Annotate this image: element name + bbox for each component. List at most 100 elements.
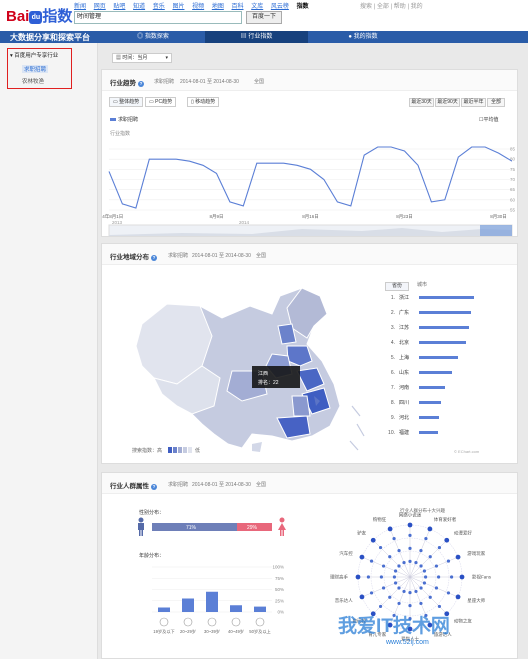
nav-link[interactable]: 百科: [232, 4, 244, 10]
nav-link[interactable]: 文库: [251, 4, 263, 10]
baidu-logo[interactable]: Bai du 指数: [6, 5, 72, 26]
rank-row[interactable]: 3. 江苏: [383, 324, 469, 334]
radar-dot: [408, 533, 412, 537]
age-bar: [158, 607, 170, 612]
rank-row[interactable]: 1. 浙江: [383, 294, 474, 304]
trend-panel-header: 行业趋势? 求职招聘 2014-08-01 至 2014-08-30 全国: [102, 70, 517, 91]
rank-row[interactable]: 6. 山东: [383, 369, 452, 379]
range-30-days-button[interactable]: 最近30天: [409, 98, 434, 107]
tab-city[interactable]: 城市: [410, 282, 434, 291]
search-input[interactable]: 时间管理: [74, 11, 242, 24]
legend-cell: [173, 447, 177, 453]
nav-link[interactable]: 网页: [94, 4, 106, 10]
face-icon: [183, 617, 193, 627]
legend-cell: [188, 447, 192, 453]
gender-label: 性别分布：: [139, 510, 165, 516]
china-map[interactable]: 江西 排名：22 搜索指数：高 低: [102, 266, 382, 462]
x-tick-label: 2014年8月1日: [102, 213, 123, 220]
rank-bar: [419, 416, 440, 420]
radar-outer-dot: [407, 522, 413, 528]
trend-chart[interactable]: 55606570758085 2014年8月1日8月9日8月16日8月23日8月…: [102, 125, 519, 237]
tab-province[interactable]: 省份: [385, 282, 409, 291]
time-select[interactable]: ▦ 时间：当月 ▾: [112, 53, 172, 63]
tab-industry-index[interactable]: ▤ 行业指数: [205, 31, 308, 43]
radar-dot: [392, 536, 396, 541]
tab-mobile-trend[interactable]: ▯ 移动趋势: [187, 97, 220, 107]
radar-outer-dot: [455, 594, 461, 600]
interest-label: 星座大师: [467, 597, 485, 604]
radar-dot: [419, 548, 423, 553]
rank-row[interactable]: 7. 河南: [383, 384, 445, 394]
sidebar-group-label: 百度用户专享行业: [14, 53, 59, 59]
radar-dot: [381, 586, 386, 590]
region-date-range: 2014-08-01 至 2014-08-30: [192, 253, 251, 259]
radar-dot: [381, 564, 386, 568]
interest-label: 理财高手: [330, 574, 348, 581]
rank-row[interactable]: 8. 四川: [383, 399, 441, 409]
male-icon-leg: [139, 530, 141, 536]
hainan-region[interactable]: [252, 442, 262, 452]
nav-link[interactable]: 视频: [192, 4, 204, 10]
trend-legend[interactable]: 求职招聘: [110, 116, 138, 123]
tab-pc-trend[interactable]: ▭ PC趋势: [145, 97, 177, 107]
age-tick-label: 0%: [277, 610, 284, 615]
radar-outer-dot: [459, 574, 465, 580]
age-bar: [182, 598, 194, 612]
male-icon-body: [138, 523, 144, 530]
radar-dot: [408, 559, 412, 563]
radar-dot: [397, 548, 401, 553]
rank-row[interactable]: 2. 广东: [383, 309, 472, 319]
rank-number: 6.: [390, 370, 395, 376]
radar-dot: [408, 591, 412, 595]
tab-index-explore[interactable]: ◎ 指数探索: [101, 31, 205, 43]
nav-link[interactable]: 新闻: [74, 4, 86, 10]
sidebar-item-agriculture[interactable]: 农林牧渔: [22, 77, 44, 85]
nav-link[interactable]: 图片: [172, 4, 184, 10]
crowd-title: 行业人群属性?: [110, 480, 157, 490]
range-half-year-button[interactable]: 最近半年: [461, 98, 486, 107]
watermark-url: www.52ij.com: [386, 639, 429, 646]
region-panel-header: 行业地域分布? 求职招聘 2014-08-01 至 2014-08-30 全国: [102, 244, 517, 265]
rank-bar: [419, 326, 469, 330]
tab-overall-trend[interactable]: ▭ 整体趋势: [109, 97, 144, 107]
nav-link[interactable]: 知道: [133, 4, 145, 10]
nav-link[interactable]: 贴吧: [113, 4, 125, 10]
question-icon[interactable]: ?: [151, 484, 157, 490]
timeline-window[interactable]: [480, 225, 512, 236]
question-icon[interactable]: ?: [138, 81, 144, 87]
rank-row[interactable]: 4. 北京: [383, 339, 466, 349]
radar-dot: [437, 604, 442, 609]
radar-dot: [428, 555, 432, 559]
female-icon-leg: [280, 530, 282, 536]
radar-axis: [409, 540, 447, 578]
radar-outer-dot: [370, 537, 376, 543]
question-icon[interactable]: ?: [151, 255, 157, 261]
rank-bar: [419, 371, 452, 375]
sidebar-group-title[interactable]: ▾ 百度用户专享行业: [10, 51, 58, 59]
range-all-button[interactable]: 全部: [487, 98, 505, 107]
rank-row[interactable]: 10. 福建: [383, 429, 439, 439]
age-tick-label: 50%: [275, 587, 284, 592]
x-tick-label: 8月23日: [396, 214, 413, 220]
average-toggle[interactable]: ☐平均值: [479, 116, 499, 123]
nav-link[interactable]: 风云榜: [271, 4, 289, 10]
radar-dot: [422, 569, 427, 573]
search-button[interactable]: 百度一下: [246, 11, 282, 24]
radar-dot: [402, 589, 406, 594]
nav-link-current[interactable]: 指数: [297, 4, 309, 10]
sidebar-item-recruitment[interactable]: 求职招聘: [22, 65, 49, 73]
age-group-label: 50岁及以上: [249, 628, 270, 635]
trend-series-name: 求职招聘: [154, 79, 175, 85]
nav-link[interactable]: 音乐: [153, 4, 165, 10]
radar-dot: [414, 560, 418, 565]
nav-link[interactable]: 地图: [212, 4, 224, 10]
top-right-links[interactable]: 搜索 | 全部 | 帮助 | 我的: [360, 1, 423, 10]
rank-bar: [419, 431, 439, 435]
rank-row[interactable]: 9. 河北: [383, 414, 440, 424]
range-90-days-button[interactable]: 最近90天: [435, 98, 460, 107]
rank-row[interactable]: 5. 上海: [383, 354, 458, 364]
age-group-label: 20~29岁: [180, 628, 196, 635]
jiangxi-region[interactable]: [291, 395, 311, 417]
radar-outer-dot: [359, 594, 365, 600]
tab-my-index[interactable]: ● 我的指数: [308, 31, 418, 43]
